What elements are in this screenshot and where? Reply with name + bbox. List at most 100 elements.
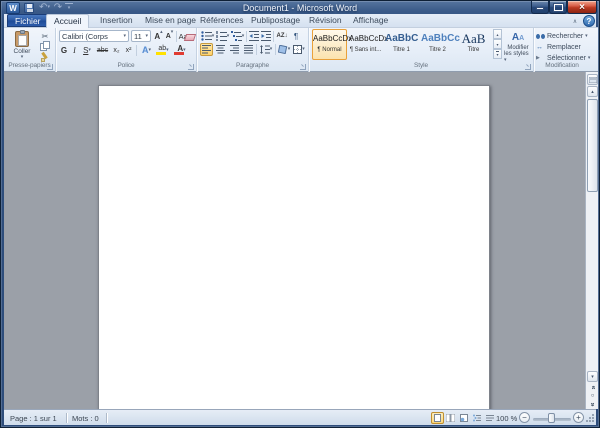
decrease-indent-button[interactable] bbox=[248, 30, 260, 42]
select-browse-object-button[interactable]: ○ bbox=[587, 392, 598, 400]
next-page-button[interactable]: « bbox=[587, 400, 598, 409]
fullscreen-reading-icon bbox=[446, 414, 455, 422]
highlight-button[interactable]: ab▾ bbox=[155, 44, 172, 56]
zoom-slider-thumb[interactable] bbox=[548, 413, 555, 423]
zoom-in-button[interactable]: + bbox=[573, 412, 584, 423]
copy-button[interactable] bbox=[37, 41, 53, 52]
underline-button[interactable]: S▾ bbox=[80, 44, 94, 56]
eraser-icon bbox=[184, 34, 196, 41]
close-icon: × bbox=[579, 2, 585, 13]
font-family-combo[interactable]: Calibri (Corps▾ bbox=[59, 30, 129, 42]
print-layout-view-button[interactable] bbox=[431, 412, 444, 424]
tab-affichage[interactable]: Affichage bbox=[346, 14, 395, 27]
align-left-button[interactable] bbox=[200, 43, 213, 56]
clipboard-dialog-launcher[interactable] bbox=[47, 64, 53, 70]
align-center-button[interactable] bbox=[214, 43, 227, 56]
maximize-button[interactable] bbox=[549, 1, 567, 14]
italic-button[interactable]: I bbox=[70, 44, 79, 56]
show-hide-marks-button[interactable]: ¶ bbox=[290, 30, 302, 42]
minimize-ribbon-button[interactable]: ∧ bbox=[570, 16, 580, 26]
grow-font-button[interactable]: A▴ bbox=[153, 30, 164, 42]
styles-scroll-up-button[interactable]: ▴ bbox=[493, 29, 502, 39]
align-right-button[interactable] bbox=[228, 43, 241, 56]
bold-button[interactable]: G bbox=[59, 44, 69, 56]
increase-indent-button[interactable] bbox=[260, 30, 272, 42]
numbering-button[interactable]: ▾ bbox=[215, 30, 230, 42]
multilevel-list-button[interactable]: ▾ bbox=[230, 30, 245, 42]
group-font: Calibri (Corps▾ 11▾ A▴ A▾ Aa▾ G I S▾ abc… bbox=[56, 28, 197, 72]
styles-gallery-more-button[interactable]: ▾ bbox=[493, 49, 502, 59]
style-titre[interactable]: AaB Titre bbox=[456, 29, 491, 60]
shading-button[interactable]: ▾ bbox=[277, 43, 291, 56]
group-styles: AaBbCcDx ¶ Normal AaBbCcDx ¶ Sans int...… bbox=[309, 28, 534, 72]
line-spacing-button[interactable]: ▾ bbox=[258, 43, 274, 56]
copy-icon bbox=[40, 41, 51, 52]
document-workspace: ▴ ▾ « ○ « bbox=[4, 72, 598, 409]
font-dialog-launcher[interactable] bbox=[188, 64, 194, 70]
style-titre-2[interactable]: AaBbCc Titre 2 bbox=[420, 29, 455, 60]
resize-grip[interactable] bbox=[592, 414, 594, 416]
subscript-button[interactable]: x₂ bbox=[111, 44, 122, 56]
cut-button[interactable]: ✂ bbox=[37, 31, 53, 41]
web-layout-view-button[interactable] bbox=[457, 412, 470, 424]
minimize-icon bbox=[536, 7, 544, 10]
change-styles-button[interactable]: AA Modifier les styles ▾ bbox=[504, 29, 532, 60]
fullscreen-reading-view-button[interactable] bbox=[444, 412, 457, 424]
previous-page-button[interactable]: « bbox=[587, 383, 598, 392]
word-logo-icon[interactable]: W bbox=[6, 2, 20, 14]
style-sans-interligne[interactable]: AaBbCcDx ¶ Sans int... bbox=[348, 29, 383, 60]
zoom-level-label[interactable]: 100 % bbox=[496, 414, 517, 423]
tab-insertion[interactable]: Insertion bbox=[93, 14, 140, 27]
replace-button[interactable]: ↔ Remplacer bbox=[536, 42, 581, 52]
shading-icon bbox=[278, 45, 288, 54]
tab-publipostage[interactable]: Publipostage bbox=[244, 14, 307, 27]
tab-accueil[interactable]: Accueil bbox=[46, 14, 89, 28]
shrink-font-button[interactable]: A▾ bbox=[164, 30, 175, 42]
zoom-out-button[interactable]: − bbox=[519, 412, 530, 423]
view-ruler-button[interactable] bbox=[587, 74, 598, 85]
save-button[interactable] bbox=[24, 3, 34, 13]
minimize-button[interactable] bbox=[531, 1, 549, 14]
find-button[interactable]: Rechercher ▾ bbox=[536, 31, 588, 41]
replace-icon: ↔ bbox=[536, 44, 545, 51]
bullets-button[interactable]: ▾ bbox=[200, 30, 215, 42]
scrollbar-thumb[interactable] bbox=[587, 99, 598, 192]
styles-dialog-launcher[interactable] bbox=[525, 64, 531, 70]
outline-icon bbox=[473, 414, 481, 422]
borders-icon bbox=[293, 45, 302, 54]
scroll-down-button[interactable]: ▾ bbox=[587, 371, 598, 382]
qat-customize-button[interactable]: ▾ bbox=[65, 3, 73, 13]
text-effects-button[interactable]: A▾ bbox=[139, 44, 154, 56]
close-button[interactable]: × bbox=[567, 1, 597, 14]
grow-arrow-icon: ▴ bbox=[160, 30, 163, 35]
styles-scroll-down-button[interactable]: ▾ bbox=[493, 39, 502, 49]
word-count-status[interactable]: Mots : 0 bbox=[72, 414, 99, 423]
outline-view-button[interactable] bbox=[470, 412, 483, 424]
undo-button[interactable]: ↶▾ bbox=[38, 2, 51, 13]
superscript-button[interactable]: x² bbox=[123, 44, 134, 56]
strikethrough-button[interactable]: abc bbox=[95, 44, 110, 56]
page-count-status[interactable]: Page : 1 sur 1 bbox=[10, 414, 57, 423]
numbering-icon bbox=[216, 31, 227, 41]
pilcrow-icon: ¶ bbox=[294, 32, 298, 41]
tab-references[interactable]: Références bbox=[193, 14, 250, 27]
font-color-button[interactable]: A▾ bbox=[173, 44, 190, 56]
help-button[interactable]: ? bbox=[583, 15, 595, 27]
sort-button[interactable]: AZ↓ bbox=[275, 30, 289, 42]
paragraph-dialog-launcher[interactable] bbox=[300, 64, 306, 70]
redo-button[interactable]: ↷ bbox=[53, 2, 63, 13]
document-page[interactable] bbox=[98, 85, 490, 409]
bullets-icon bbox=[201, 31, 212, 41]
borders-button[interactable]: ▾ bbox=[292, 43, 306, 56]
clear-formatting-button[interactable] bbox=[184, 31, 196, 43]
style-normal[interactable]: AaBbCcDx ¶ Normal bbox=[312, 29, 347, 60]
undo-dropdown-icon: ▾ bbox=[47, 5, 50, 10]
tab-revision[interactable]: Révision bbox=[302, 14, 349, 27]
tab-fichier[interactable]: Fichier bbox=[7, 14, 49, 27]
paste-button[interactable]: Coller ▾ bbox=[8, 30, 36, 61]
draft-view-button[interactable] bbox=[483, 412, 496, 424]
font-size-combo[interactable]: 11▾ bbox=[131, 30, 151, 42]
justify-button[interactable] bbox=[242, 43, 255, 56]
scroll-up-button[interactable]: ▴ bbox=[587, 86, 598, 97]
style-titre-1[interactable]: AaBbC Titre 1 bbox=[384, 29, 419, 60]
